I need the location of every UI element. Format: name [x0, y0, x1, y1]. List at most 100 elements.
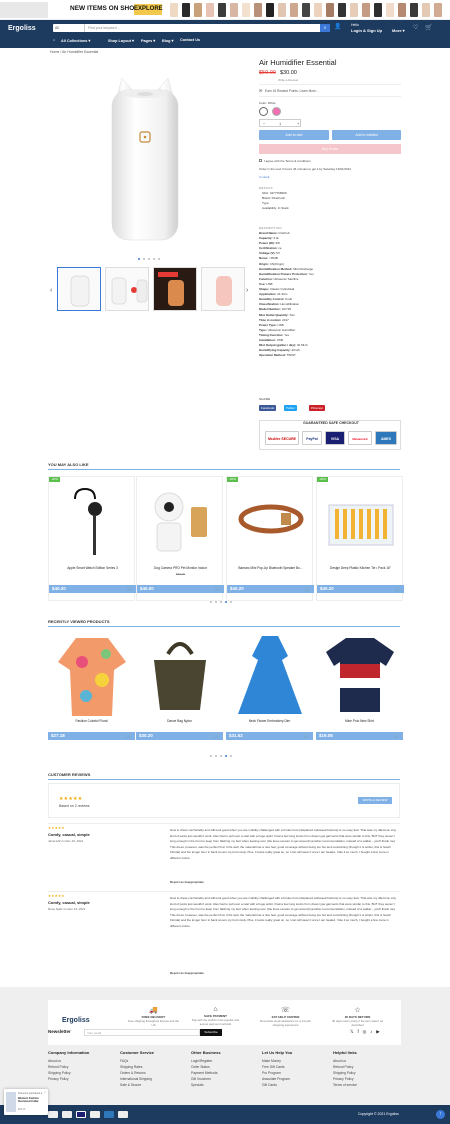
add-to-cart-button[interactable]: Add to cart	[259, 130, 329, 140]
footer-link[interactable]: Privacy Policy	[48, 1076, 71, 1082]
price-bar[interactable]: $27.18 🛒	[48, 732, 135, 740]
product-card[interactable]: Dog Camera PRO Pet Monitor Indoor $50.00…	[136, 476, 224, 601]
search-bar[interactable]: All Find your keyword ... ⌕	[53, 24, 330, 32]
gallery-thumbnail[interactable]	[153, 267, 197, 311]
delivery-estimate: Order in the next 3 hours 46 minutes to …	[259, 167, 352, 171]
popup-product-name[interactable]: Western Fashion Oversized Collar	[18, 1097, 46, 1103]
gallery-dots[interactable]	[136, 256, 161, 261]
price-bar[interactable]: $40.20 🛒	[227, 585, 314, 593]
more-menu[interactable]: More ▾	[392, 28, 405, 33]
product-card[interactable]: Mine Polo New Shirt $19.08 🛒	[316, 630, 403, 755]
nav-blog[interactable]: Blog ▾	[162, 38, 173, 43]
product-card[interactable]: -20% Bamaro Mini Pop-Up Bluetooth Speake…	[226, 476, 314, 601]
terms-label[interactable]: I agree with the Terms & conditions	[264, 159, 311, 163]
price-bar[interactable]: $30.20 🛒	[136, 732, 223, 740]
product-price: $40.20	[52, 586, 66, 591]
carousel-dots[interactable]	[208, 753, 233, 758]
explore-button[interactable]: EXPLORE	[134, 4, 163, 15]
product-name[interactable]: Bamaro Mini Pop-Up Bluetooth Speaker Bu.…	[227, 566, 314, 570]
reward-points-text[interactable]: Earn 15 Reward Points. Learn More...	[265, 89, 319, 93]
add-to-cart-icon[interactable]: 🛒	[395, 585, 400, 593]
heart-icon[interactable]: ♡	[413, 24, 418, 31]
footer-link[interactable]: Terms of service	[333, 1082, 357, 1088]
footer-link[interactable]: Gift Cards	[262, 1082, 290, 1088]
product-card[interactable]: Dance Bag Nylon $30.20 🛒	[136, 630, 223, 755]
back-to-top-arrow-icon[interactable]: ↑	[436, 1110, 445, 1119]
quantity-value[interactable]: 1	[279, 120, 281, 128]
add-to-cart-icon[interactable]: 🛒	[305, 585, 310, 593]
nav-shop-layout[interactable]: Shop Layout ▾	[108, 38, 134, 43]
product-name[interactable]: Mine Polo New Shirt	[316, 719, 403, 723]
product-card[interactable]: Fashion Colorful Floral $27.18 🛒	[48, 630, 135, 755]
cart-icon[interactable]: 🛒	[425, 24, 432, 31]
youtube-icon[interactable]: ▶	[376, 1029, 383, 1034]
login-signup-link[interactable]: Login & Sign Up	[351, 28, 382, 33]
newsletter-email-input[interactable]: Your email	[84, 1029, 200, 1036]
recent-purchase-popup[interactable]: Someone purchased a Western Fashion Over…	[4, 1089, 48, 1115]
footer-link[interactable]: Safe & Secure	[120, 1082, 152, 1088]
add-to-cart-icon[interactable]: 🛒	[304, 732, 309, 740]
product-name[interactable]: Neck Flower Embroidery Dirn	[226, 719, 313, 723]
minus-icon[interactable]: −	[263, 120, 265, 128]
product-name[interactable]: Apple Smart Watch Edition Series 3	[49, 566, 136, 570]
price-bar[interactable]: $19.08 🛒	[316, 732, 403, 740]
plus-icon[interactable]: +	[297, 120, 299, 128]
color-swatch-white[interactable]	[259, 107, 268, 116]
product-name[interactable]: Design Deep Plastic Kitchen Tie • Pack 1…	[317, 566, 404, 570]
product-card[interactable]: -20% Design Deep Plastic Kitchen Tie • P…	[316, 476, 404, 601]
product-main-image[interactable]	[100, 70, 190, 255]
gallery-thumbnail[interactable]	[57, 267, 101, 311]
share-pinterest-button[interactable]: Pinterest	[309, 405, 325, 411]
footer-link[interactable]: Specials	[191, 1082, 218, 1088]
popup-product-image	[6, 1092, 16, 1112]
price-bar[interactable]: $31.52 🛒	[226, 732, 313, 740]
share-twitter-button[interactable]: Twitter	[284, 405, 297, 411]
add-to-cart-icon[interactable]: 🛒	[394, 732, 399, 740]
write-review-link[interactable]: Write a Review	[278, 78, 298, 82]
add-to-cart-icon[interactable]: 🛒	[126, 732, 131, 740]
product-name[interactable]: Fashion Colorful Floral	[48, 719, 135, 723]
price-bar[interactable]: $40.20 🛒	[317, 585, 404, 593]
price-bar[interactable]: $40.00 🛒	[137, 585, 224, 593]
product-card[interactable]: Neck Flower Embroidery Dirn $31.52 🛒	[226, 630, 313, 755]
share-facebook-button[interactable]: Facebook	[259, 405, 277, 411]
gallery-next-arrow-icon[interactable]: ›	[246, 287, 248, 294]
product-name[interactable]: Dance Bag Nylon	[136, 719, 223, 723]
close-icon[interactable]: ×	[44, 1090, 46, 1094]
gallery-thumbnail[interactable]	[201, 267, 245, 311]
report-link[interactable]: Report as Inappropriate	[170, 971, 204, 975]
social-icons[interactable]: 𝕏f◎♪▶	[350, 1029, 384, 1035]
nav-home-icon[interactable]: ⌂	[53, 38, 55, 42]
spec-key: Application:	[259, 292, 277, 297]
search-category-select[interactable]: All	[53, 24, 85, 32]
breadcrumb[interactable]: Home / Air Humidifier Essential	[50, 50, 98, 54]
product-card[interactable]: -20% Apple Smart Watch Edition Series 3 …	[48, 476, 136, 601]
spec-key: Model Number:	[259, 307, 281, 312]
carousel-dots[interactable]	[208, 599, 233, 604]
add-to-cart-icon[interactable]: 🛒	[127, 585, 132, 593]
nav-pages[interactable]: Pages ▾	[141, 38, 155, 43]
add-to-cart-icon[interactable]: 🛒	[214, 732, 219, 740]
report-link[interactable]: Report as Inappropriate	[170, 880, 204, 884]
search-button[interactable]: ⌕	[320, 24, 330, 32]
subscribe-button[interactable]: Subscribe	[200, 1029, 222, 1036]
add-to-cart-icon[interactable]: 🛒	[215, 585, 220, 593]
add-to-wishlist-button[interactable]: Add to wishlist	[332, 130, 401, 140]
nav-all-collections[interactable]: All Collections ▾	[61, 38, 90, 43]
footer-logo[interactable]: Ergoliss	[62, 1017, 90, 1024]
divider	[48, 891, 400, 892]
site-logo[interactable]: Ergoliss	[8, 25, 36, 32]
terms-checkbox[interactable]	[259, 159, 262, 162]
search-input[interactable]: Find your keyword ...	[88, 24, 120, 32]
gallery-thumbnail[interactable]	[105, 267, 149, 311]
buy-now-button[interactable]: Buy it now	[259, 144, 401, 154]
promo-banner[interactable]: NEW ITEMS ON SHOP EXPLORE	[0, 0, 450, 20]
user-icon[interactable]: 👤	[334, 23, 341, 30]
write-review-button[interactable]: WRITE A REVIEW	[358, 797, 392, 804]
nav-contact-us[interactable]: Contact Us	[180, 38, 200, 42]
gallery-prev-arrow-icon[interactable]: ‹	[50, 287, 52, 294]
quantity-stepper[interactable]: − 1 +	[259, 119, 301, 127]
color-swatch-pink[interactable]	[272, 107, 281, 116]
price-bar[interactable]: $40.20 🛒	[49, 585, 136, 593]
product-name[interactable]: Dog Camera PRO Pet Monitor Indoor	[137, 566, 224, 570]
